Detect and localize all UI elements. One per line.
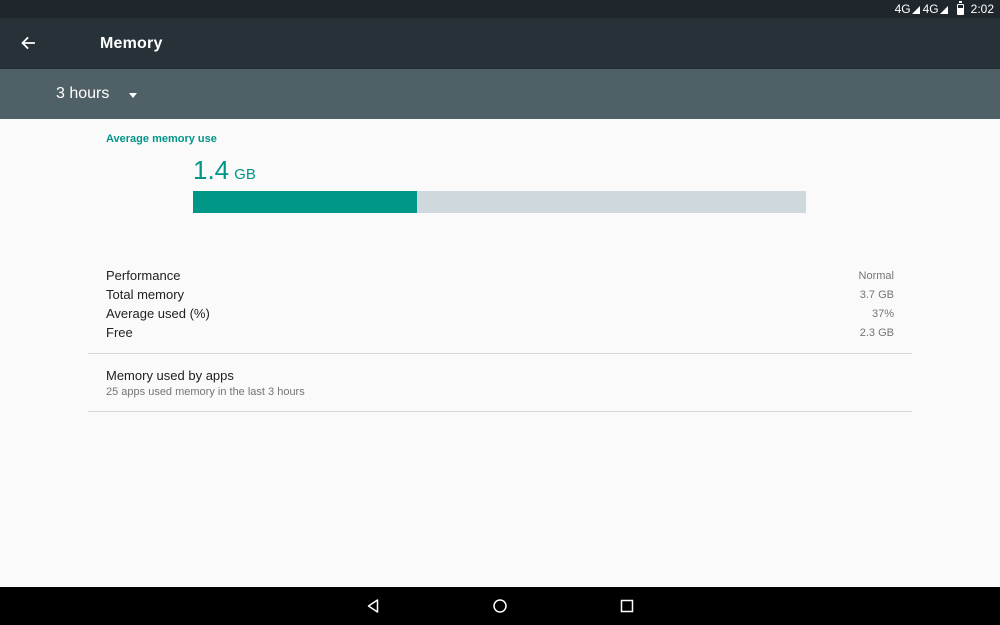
time-range-label: 3 hours — [56, 85, 110, 102]
stat-value: 2.3 GB — [859, 326, 894, 339]
stat-row-free: Free 2.3 GB — [106, 323, 894, 342]
memory-used-by-apps-item[interactable]: Memory used by apps 25 apps used memory … — [88, 354, 912, 411]
nav-back-button[interactable] — [353, 587, 393, 625]
divider — [88, 411, 912, 412]
status-icons: 4G 4G 2:02 — [895, 0, 994, 18]
stat-row-average-used: Average used (%) 37% — [106, 304, 894, 323]
page-title: Memory — [100, 35, 163, 52]
stat-label: Total memory — [106, 287, 185, 302]
apps-item-subtitle: 25 apps used memory in the last 3 hours — [106, 386, 305, 398]
apps-item-title: Memory used by apps — [106, 368, 234, 383]
average-memory-number: 1.4 — [193, 155, 230, 185]
stat-value: 37% — [871, 307, 894, 320]
status-clock: 2:02 — [970, 2, 994, 16]
memory-stats: Performance Normal Total memory 3.7 GB A… — [106, 266, 894, 342]
signal-icon — [911, 6, 920, 14]
stat-row-total-memory: Total memory 3.7 GB — [106, 285, 894, 304]
battery-icon — [956, 0, 964, 15]
nav-recents-icon — [620, 599, 634, 613]
stat-label: Performance — [106, 268, 181, 283]
app-bar: Memory — [0, 18, 1000, 69]
memory-usage-bar — [193, 191, 806, 213]
nav-back-icon — [367, 599, 379, 613]
network-type-label: 4G — [922, 2, 939, 16]
time-range-dropdown[interactable]: 3 hours — [56, 69, 138, 119]
nav-home-button[interactable] — [480, 587, 520, 625]
stat-row-performance: Performance Normal — [106, 266, 894, 285]
average-memory-value: 1.4 GB — [193, 155, 256, 186]
navigation-bar — [0, 587, 1000, 625]
content-area: Average memory use 1.4 GB Performance No… — [0, 119, 1000, 587]
filter-bar: 3 hours — [0, 69, 1000, 119]
nav-recents-button[interactable] — [607, 587, 647, 625]
stat-label: Average used (%) — [106, 306, 210, 321]
signal-icon — [939, 6, 948, 14]
average-memory-label: Average memory use — [106, 133, 217, 145]
back-button[interactable] — [14, 29, 42, 57]
stat-value: Normal — [858, 269, 894, 282]
caret-down-icon — [129, 92, 138, 98]
status-bar: 4G 4G 2:02 — [0, 0, 1000, 18]
memory-usage-bar-fill — [193, 191, 418, 213]
nav-home-icon — [493, 599, 507, 613]
network-indicator-1: 4G — [895, 2, 920, 16]
network-indicator-2: 4G — [923, 2, 948, 16]
network-type-label: 4G — [894, 2, 911, 16]
stat-label: Free — [106, 325, 133, 340]
arrow-back-icon — [21, 36, 35, 50]
average-memory-unit: GB — [234, 166, 256, 183]
stat-value: 3.7 GB — [859, 288, 894, 301]
